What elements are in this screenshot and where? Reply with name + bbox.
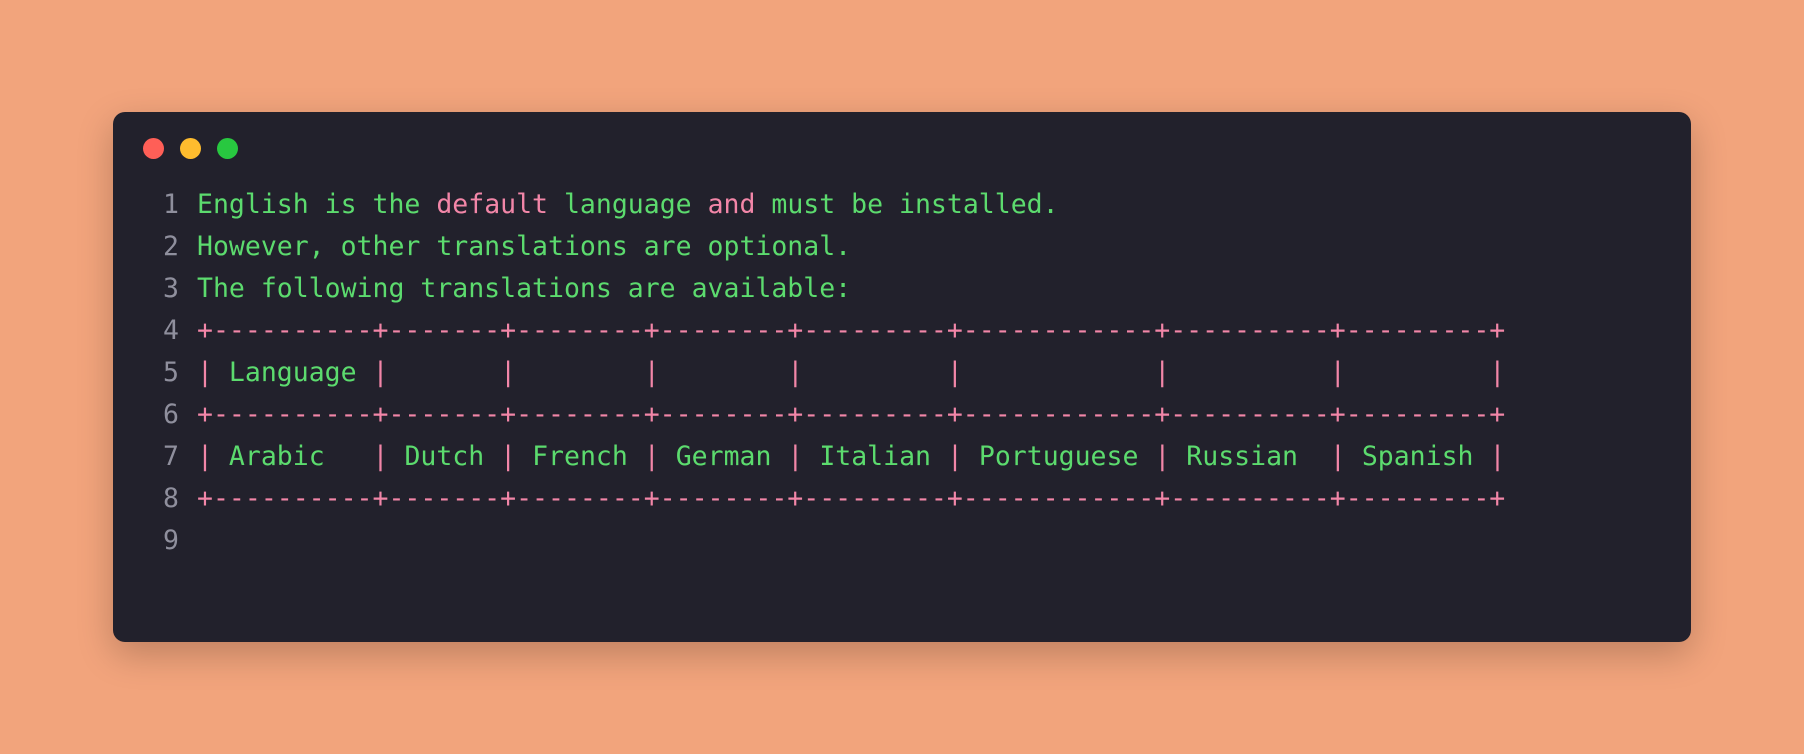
code-content[interactable]: 1 English is the default language and mus… bbox=[113, 184, 1691, 562]
code-line: 8 +----------+-------+--------+--------+-… bbox=[141, 478, 1691, 520]
line-number: 1 bbox=[163, 189, 179, 220]
code-token: | bbox=[1138, 441, 1187, 472]
minimize-button-icon[interactable] bbox=[180, 137, 201, 159]
code-token: | bbox=[627, 441, 676, 472]
code-line: 1 English is the default language and mus… bbox=[141, 184, 1691, 226]
code-token: and bbox=[707, 189, 756, 220]
code-line: 9 bbox=[141, 520, 1691, 562]
code-line: 2 However, other translations are optiona… bbox=[141, 226, 1691, 268]
maximize-button-icon[interactable] bbox=[217, 137, 238, 159]
code-token: German bbox=[675, 441, 772, 472]
line-number: 9 bbox=[163, 525, 179, 556]
code-token: default bbox=[436, 189, 549, 220]
code-token: Spanish bbox=[1361, 441, 1474, 472]
code-token: | bbox=[771, 441, 820, 472]
code-token: language bbox=[548, 189, 708, 220]
code-line-text: +----------+-------+--------+--------+--… bbox=[179, 394, 1505, 436]
code-token: | bbox=[931, 441, 979, 472]
code-token: The following translations are available… bbox=[197, 273, 852, 304]
code-line-text: English is the default language and must… bbox=[179, 184, 1059, 226]
code-token: +----------+-------+--------+--------+--… bbox=[197, 483, 1506, 514]
code-line: 5 | Language | | | | | | | | bbox=[141, 352, 1691, 394]
code-token: Dutch bbox=[404, 441, 485, 472]
code-token: +----------+-------+--------+--------+--… bbox=[197, 399, 1506, 430]
close-button-icon[interactable] bbox=[143, 137, 164, 159]
code-token: English is the bbox=[197, 189, 437, 220]
code-line: 6 +----------+-------+--------+--------+-… bbox=[141, 394, 1691, 436]
code-token: However, other translations are optional… bbox=[197, 231, 852, 262]
code-token: | bbox=[197, 441, 229, 472]
line-number: 6 bbox=[163, 399, 179, 430]
code-token: | bbox=[324, 441, 405, 472]
code-line: 4 +----------+-------+--------+--------+-… bbox=[141, 310, 1691, 352]
window-titlebar bbox=[113, 112, 1691, 184]
code-line-text: +----------+-------+--------+--------+--… bbox=[179, 478, 1505, 520]
code-token: Portuguese bbox=[978, 441, 1139, 472]
code-line-text: | Language | | | | | | | | bbox=[179, 352, 1505, 394]
line-number: 7 bbox=[163, 441, 179, 472]
line-number: 5 bbox=[163, 357, 179, 388]
code-token: Arabic bbox=[228, 441, 325, 472]
code-token: | bbox=[1473, 441, 1506, 472]
code-token: French bbox=[532, 441, 628, 472]
code-line-text: +----------+-------+--------+--------+--… bbox=[179, 310, 1505, 352]
code-token: must be installed. bbox=[755, 189, 1059, 220]
code-token: | | | | | | | | bbox=[356, 357, 1506, 388]
code-line-text: The following translations are available… bbox=[179, 268, 851, 310]
code-line-text: | Arabic | Dutch | French | German | Ita… bbox=[179, 436, 1505, 478]
code-token: +----------+-------+--------+--------+--… bbox=[197, 315, 1506, 346]
code-line: 3 The following translations are availabl… bbox=[141, 268, 1691, 310]
screenshot-stage: 1 English is the default language and mus… bbox=[0, 0, 1804, 754]
code-token: Language bbox=[228, 357, 357, 388]
line-number: 3 bbox=[163, 273, 179, 304]
code-line-text: However, other translations are optional… bbox=[179, 226, 851, 268]
code-token: | bbox=[484, 441, 533, 472]
code-line: 7 | Arabic | Dutch | French | German | It… bbox=[141, 436, 1691, 478]
line-number: 8 bbox=[163, 483, 179, 514]
line-number: 4 bbox=[163, 315, 179, 346]
code-token: | bbox=[1297, 441, 1362, 472]
code-token: Italian bbox=[819, 441, 931, 472]
line-number: 2 bbox=[163, 231, 179, 262]
code-token: | bbox=[197, 357, 229, 388]
code-window: 1 English is the default language and mus… bbox=[113, 112, 1691, 642]
code-token: Russian bbox=[1186, 441, 1298, 472]
